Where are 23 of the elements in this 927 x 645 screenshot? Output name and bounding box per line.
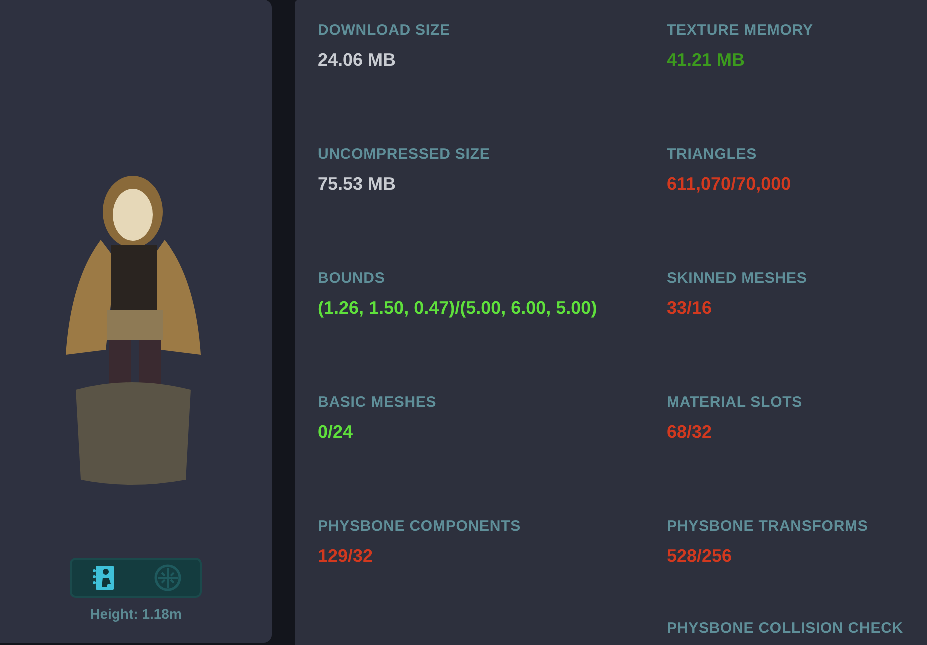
stat-value: 33/16 [667,296,714,320]
stat-value: 75.53 MB [318,172,398,196]
stat-value: (1.26, 1.50, 0.47)/(5.00, 6.00, 5.00) [318,296,598,320]
stat-label: PHYSBONE TRANSFORMS [667,517,870,537]
stat-label: TRIANGLES [667,145,758,165]
stat-value: 24.06 MB [318,48,398,72]
stat-label: DOWNLOAD SIZE [318,21,452,41]
stat-value: 41.21 MB [667,48,746,72]
stat-value: 528/256 [667,544,734,568]
stat-value: 611,070/70,000 [667,172,792,196]
stat-value: 129/32 [318,544,374,568]
stat-label: SKINNED MESHES [667,269,808,289]
stat-label: BOUNDS [318,269,386,289]
stat-value: 68/32 [667,420,714,444]
stat-label: TEXTURE MEMORY [667,21,814,41]
stat-label: UNCOMPRESSED SIZE [318,145,492,165]
contact-card-icon[interactable] [90,565,116,591]
stat-label: PHYSBONE COLLISION CHECK [667,619,905,639]
stat-label: MATERIAL SLOTS [667,393,804,413]
stat-label: PHYSBONE COMPONENTS [318,517,522,537]
stat-value: 0/24 [318,420,354,444]
stat-label: BASIC MESHES [318,393,438,413]
height-label: Height: 1.18m [90,605,182,624]
